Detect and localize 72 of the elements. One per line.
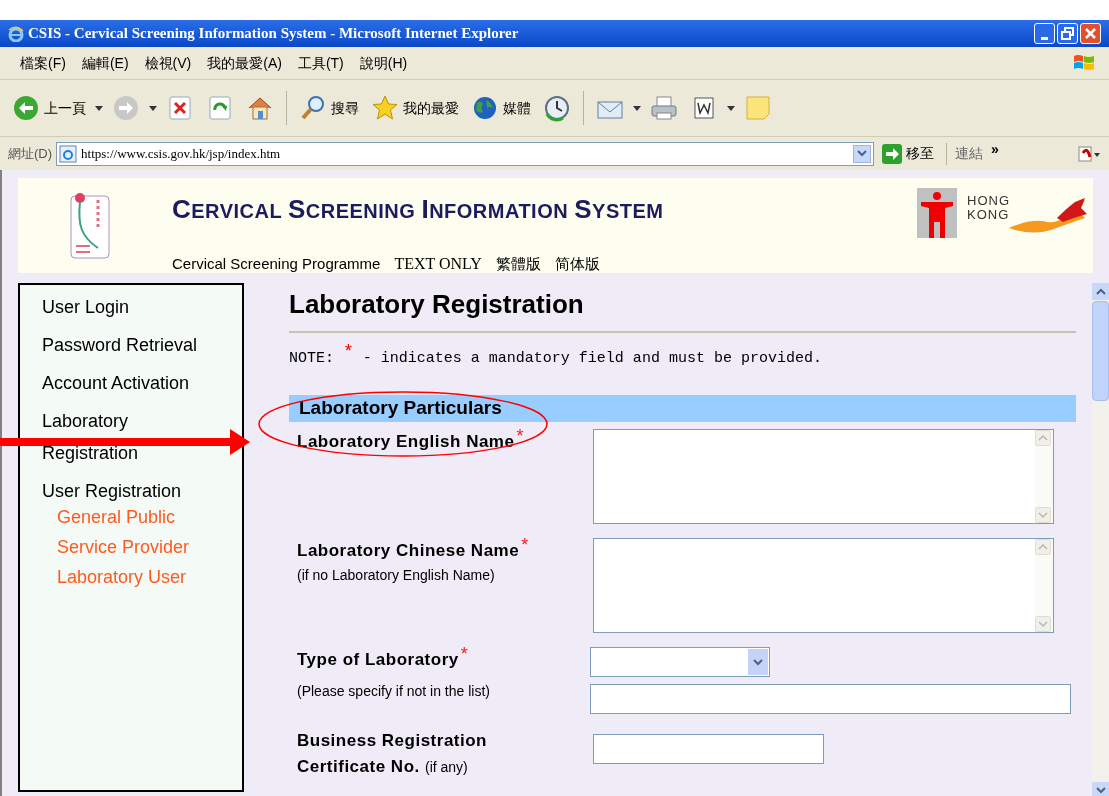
required-asterisk: * [460, 644, 469, 664]
browser-icon [8, 25, 24, 42]
search-button[interactable]: 搜尋 [295, 88, 363, 128]
refresh-icon[interactable] [206, 94, 234, 122]
field-label: Business Registration Certificate No. (if any) [297, 730, 488, 778]
dropdown-caret-icon[interactable] [94, 103, 104, 113]
minimize-button[interactable] [1034, 23, 1055, 44]
page-heading: Laboratory Registration [289, 288, 585, 321]
dropdown-caret-icon[interactable] [726, 103, 736, 113]
header-link[interactable]: 简体版 [554, 253, 600, 276]
text-area[interactable] [593, 538, 1054, 633]
pdf-tool-icon[interactable] [1077, 143, 1101, 164]
required-asterisk: * [521, 535, 529, 555]
favorites-button[interactable]: 我的最愛 [367, 88, 463, 128]
printer-icon[interactable] [650, 94, 678, 122]
type-dropdown[interactable] [590, 647, 770, 677]
required-asterisk: * [516, 426, 524, 446]
field-hint: (Please specify if not in the list) [297, 682, 491, 701]
sidebar-link[interactable]: Password Retrieval [42, 329, 227, 361]
field-label: Laboratory Chinese Name* [297, 538, 529, 562]
scroll-down-icon[interactable] [1095, 787, 1106, 794]
menu-item[interactable]: 說明(H) [351, 52, 416, 74]
scrollbar-thumb[interactable] [1092, 301, 1109, 401]
star-icon [371, 94, 399, 122]
minimize-icon [1041, 37, 1048, 40]
history-icon[interactable] [543, 94, 571, 122]
menu-item[interactable]: 工具(T) [289, 52, 352, 74]
links-label[interactable]: 連結 [955, 143, 984, 164]
forward-icon[interactable] [112, 94, 140, 122]
back-button[interactable]: 上一頁 [8, 88, 90, 128]
close-button[interactable] [1080, 23, 1101, 44]
menu-item[interactable]: 檢視(V) [136, 52, 200, 74]
scroll-up-icon[interactable] [1095, 288, 1106, 295]
sidebar-link[interactable]: Account Activation [42, 367, 227, 399]
search-icon [299, 94, 327, 122]
note-text: NOTE: * - indicates a mandatory field and must be provided. [289, 345, 822, 369]
dropdown-caret-icon[interactable] [632, 103, 642, 113]
site-title: CERVICAL SCREENING INFORMATION SYSTEM [172, 193, 664, 226]
text-area[interactable] [593, 429, 1054, 524]
field-label: Laboratory English Name* [297, 429, 524, 453]
header-link[interactable]: Cervical Screening Programme [172, 253, 381, 276]
sidebar-link[interactable]: User Login [42, 291, 227, 323]
field-hint: (if no Laboratory English Name) [297, 566, 496, 585]
stop-icon[interactable] [166, 94, 194, 122]
menu-item[interactable]: 檔案(F) [12, 52, 74, 74]
more-links-button[interactable]: » [991, 139, 999, 160]
field-label: Type of Laboratory* [297, 647, 469, 671]
address-field[interactable]: https://www.csis.gov.hk/jsp/index.htm [56, 141, 875, 166]
input-field[interactable] [593, 734, 824, 764]
input-field[interactable] [590, 684, 1071, 714]
close-icon [1085, 28, 1096, 39]
restore-button[interactable] [1057, 23, 1078, 44]
page-icon [59, 144, 78, 163]
hong-kong-figure-icon [917, 188, 957, 238]
logo-text: HONG KONG [967, 194, 1011, 222]
header-link[interactable]: 繁體版 [495, 253, 541, 276]
globe-icon [471, 94, 499, 122]
go-button[interactable]: 移至 [878, 143, 939, 164]
sidebar-link[interactable]: Laboratory Registration [42, 405, 227, 469]
media-button[interactable]: 媒體 [467, 88, 535, 128]
window-title: CSIS - Cervical Screening Information System - Microsoft Internet Explorer [28, 24, 519, 44]
sidebar-link[interactable]: User Registration [42, 475, 227, 507]
menu-item[interactable]: 我的最愛(A) [199, 52, 290, 74]
menu-item[interactable]: 編輯(E) [73, 52, 137, 74]
programme-emblem-icon [68, 190, 112, 260]
scrollbar[interactable] [1092, 283, 1109, 796]
back-icon [12, 94, 40, 122]
address-label: 網址(D) [8, 144, 53, 163]
dropdown-caret-icon[interactable] [148, 103, 158, 113]
header-link[interactable]: TEXT ONLY [394, 252, 482, 276]
restore-icon [1061, 27, 1074, 40]
section-header: Laboratory Particulars [289, 395, 1076, 422]
